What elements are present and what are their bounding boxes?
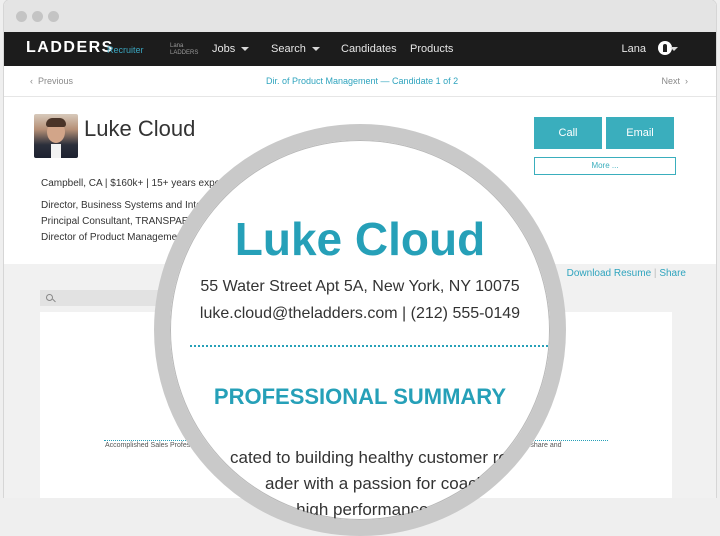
breadcrumb[interactable]: Dir. of Product Management — Candidate 1…: [266, 76, 458, 86]
window-dot-close[interactable]: [16, 11, 27, 22]
magnified-section-title: PROFESSIONAL SUMMARY: [213, 384, 507, 409]
magnified-text-line: a high performance atm: [282, 500, 462, 519]
nav-item-search[interactable]: Search: [271, 43, 320, 55]
window-chrome: [4, 0, 716, 32]
resume-search-input[interactable]: [40, 290, 160, 306]
chevron-down-icon: [311, 47, 320, 52]
candidate-subnav: ‹ Previous Dir. of Product Management — …: [4, 66, 716, 97]
email-button[interactable]: Email: [606, 117, 674, 149]
magnified-contact: luke.cloud@theladders.com | (212) 555-01…: [199, 305, 521, 322]
magnified-text-line: ader with a passion for coaching a: [265, 474, 523, 493]
more-button[interactable]: More ...: [534, 157, 676, 175]
logo-subtitle: Recruiter: [107, 45, 144, 55]
chevron-down-icon: [241, 47, 250, 52]
ladders-logo[interactable]: LADDERS: [26, 39, 114, 57]
candidate-photo: [34, 114, 78, 158]
user-name[interactable]: Lana: [622, 43, 646, 55]
job-history-item: Director, Business Systems and Integr: [41, 200, 211, 211]
top-nav: LADDERS Recruiter Lana LADDERS Jobs Searc…: [4, 32, 716, 66]
window-dot-minimize[interactable]: [32, 11, 43, 22]
candidate-meta: Campbell, CA | $160k+ | 15+ years experi: [41, 178, 226, 189]
chevron-left-icon: ‹: [30, 76, 38, 86]
chevron-down-icon[interactable]: [670, 47, 678, 51]
nav-tiny-label: Lana LADDERS: [170, 43, 199, 56]
nav-item-jobs[interactable]: Jobs: [212, 43, 250, 55]
share-link[interactable]: Share: [659, 268, 686, 279]
chevron-right-icon: ›: [680, 76, 688, 86]
action-separator: |: [653, 268, 657, 279]
job-history-item: Director of Product Management,: [41, 232, 189, 243]
magnified-address: 55 Water Street Apt 5A, New York, NY 100…: [200, 278, 520, 295]
magnified-text-line: cated to building healthy customer relat…: [230, 448, 530, 467]
download-resume-link[interactable]: Download Resume: [567, 268, 652, 279]
call-button[interactable]: Call: [534, 117, 602, 149]
candidate-name: Luke Cloud: [84, 116, 196, 141]
magnified-divider: [190, 345, 550, 347]
window-dot-maximize[interactable]: [48, 11, 59, 22]
magnifier-lens: Luke Cloud 55 Water Street Apt 5A, New Y…: [154, 124, 566, 536]
resume-actions: Download Resume | Share: [567, 268, 686, 279]
nav-item-products[interactable]: Products: [410, 43, 453, 55]
next-link[interactable]: Next ›: [661, 76, 688, 86]
previous-link[interactable]: ‹ Previous: [30, 76, 73, 86]
search-icon: [46, 294, 53, 301]
magnified-name: Luke Cloud: [234, 213, 486, 265]
nav-item-candidates[interactable]: Candidates: [341, 43, 397, 55]
